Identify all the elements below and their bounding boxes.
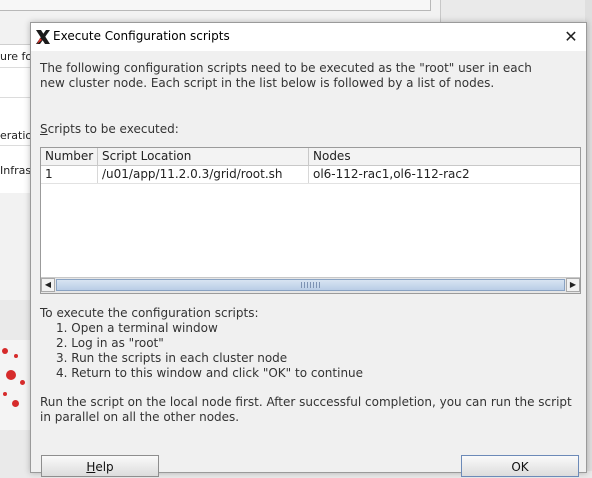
row-number: 1 — [41, 166, 98, 183]
instruction-item: 4. Return to this window and click "OK" … — [56, 366, 364, 380]
instruction-item: 3. Run the scripts in each cluster node — [56, 351, 288, 365]
intro-text: The following configuration scripts need… — [40, 61, 532, 90]
row-nodes: ol6-112-rac1,ol6-112-rac2 — [313, 167, 470, 181]
background-list-item: eratio — [0, 129, 30, 142]
arrow-left-icon: ◀ — [44, 280, 52, 289]
background-list-item: Infras — [0, 164, 30, 177]
background-options-list: ure fo eratio Infras — [0, 44, 30, 193]
x-logo-icon — [36, 30, 50, 44]
divider — [0, 67, 30, 68]
background-graphic — [0, 340, 30, 430]
column-header-script-location[interactable]: Script Location — [98, 148, 309, 165]
instruction-item: 1. Open a terminal window — [56, 321, 218, 335]
local-node-note: Run the script on the local node first. … — [40, 395, 572, 424]
row-script-location: /u01/app/11.2.0.3/grid/root.sh — [98, 166, 309, 183]
arrow-right-icon: ▶ — [569, 280, 577, 289]
divider — [0, 145, 30, 146]
close-icon: ✕ — [564, 27, 578, 46]
table-header: Number Script Location Nodes — [41, 148, 580, 166]
close-button[interactable]: ✕ — [560, 26, 582, 48]
grip-icon — [301, 282, 321, 288]
help-button[interactable]: Help — [41, 455, 159, 477]
scroll-left-button[interactable]: ◀ — [41, 278, 55, 292]
column-header-nodes[interactable]: Nodes — [309, 148, 580, 165]
instructions-title: To execute the configuration scripts: — [40, 306, 259, 320]
column-header-number[interactable]: Number — [41, 148, 98, 165]
scripts-label: Scripts to be executed: — [40, 122, 179, 136]
background-list-item: ure fo — [0, 50, 30, 63]
divider — [0, 97, 30, 98]
ok-button[interactable]: OK — [461, 455, 579, 477]
dialog-title: Execute Configuration scripts — [53, 29, 230, 43]
scrollbar-thumb[interactable] — [56, 279, 565, 291]
execute-configuration-scripts-dialog: Execute Configuration scripts ✕ The foll… — [30, 22, 587, 477]
dialog-titlebar: Execute Configuration scripts ✕ — [31, 23, 586, 51]
instruction-item: 2. Log in as "root" — [56, 336, 164, 350]
table-row[interactable]: 1 /u01/app/11.2.0.3/grid/root.sh ol6-112… — [41, 166, 580, 184]
instructions-list: 1. Open a terminal window 2. Log in as "… — [56, 321, 363, 381]
background-text-field — [0, 0, 431, 11]
horizontal-scrollbar[interactable]: ◀ ▶ — [41, 277, 580, 293]
scripts-table[interactable]: Number Script Location Nodes 1 /u01/app/… — [40, 147, 581, 294]
scroll-right-button[interactable]: ▶ — [566, 278, 580, 292]
